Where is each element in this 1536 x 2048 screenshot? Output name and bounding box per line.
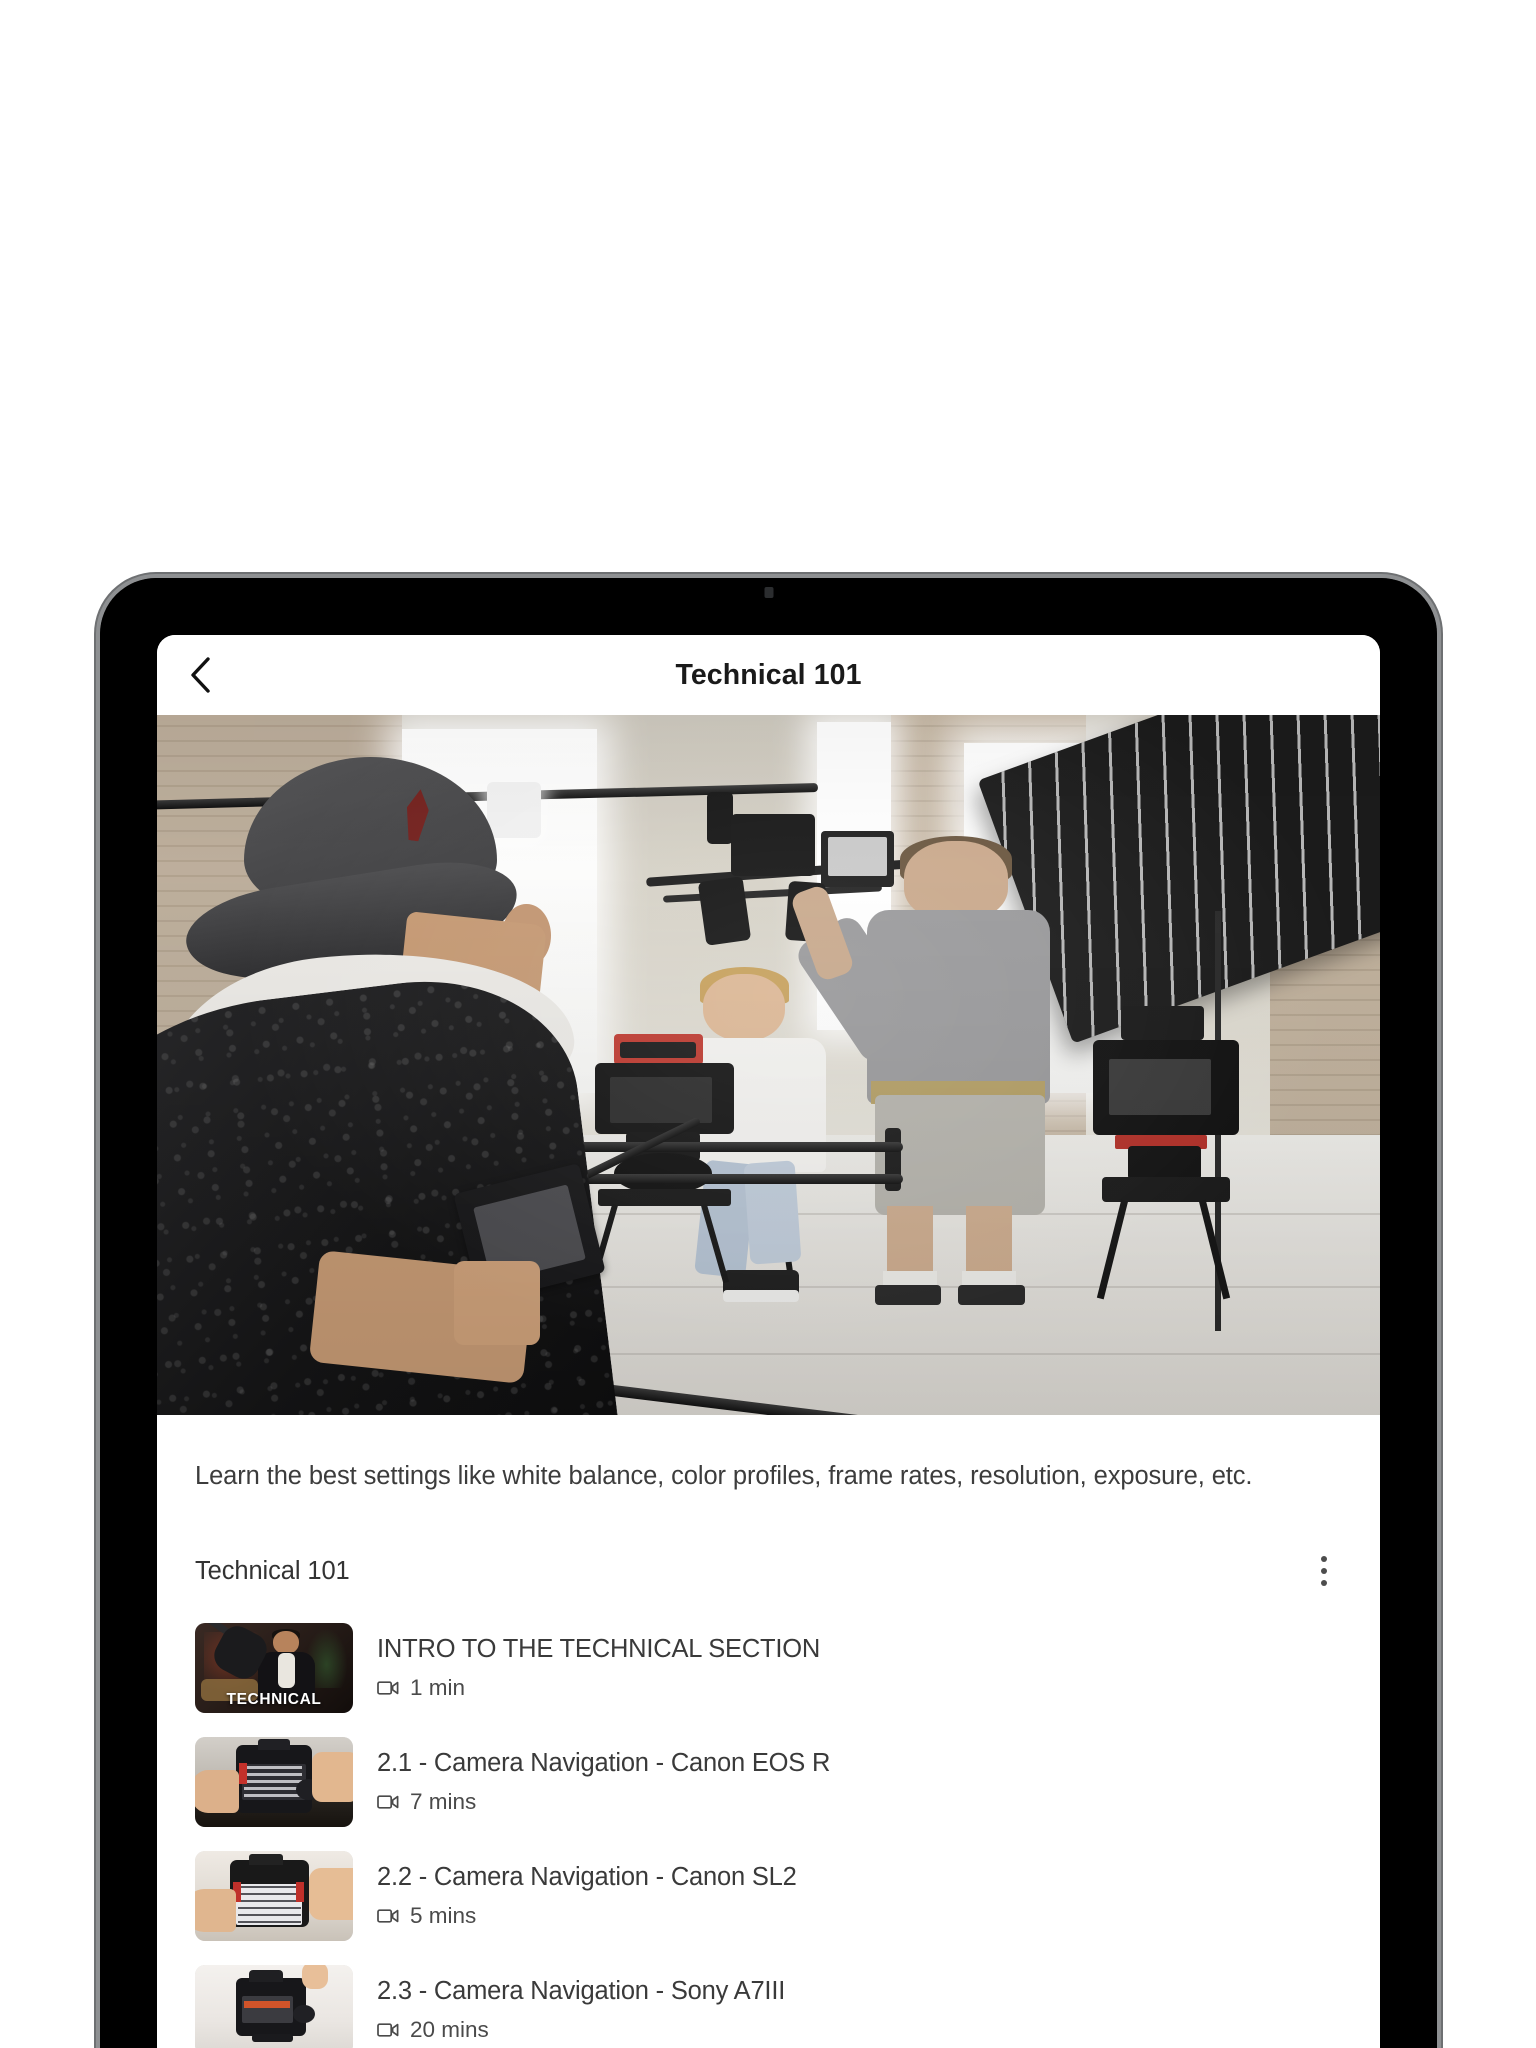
lesson-title: 2.1 - Camera Navigation - Canon EOS R [377, 1749, 831, 1778]
list-item[interactable]: 2.3 - Camera Navigation - Sony A7III 20 … [195, 1953, 1342, 2048]
lesson-meta: INTRO TO THE TECHNICAL SECTION 1 min [377, 1635, 820, 1701]
lesson-thumbnail [195, 1851, 353, 1942]
duration-text: 1 min [410, 1675, 466, 1701]
video-camera-icon [377, 2022, 399, 2038]
lesson-meta: 2.2 - Camera Navigation - Canon SL2 5 mi… [377, 1863, 797, 1929]
section-title: Technical 101 [195, 1556, 350, 1585]
lesson-title: 2.2 - Camera Navigation - Canon SL2 [377, 1863, 797, 1892]
back-button[interactable] [173, 648, 227, 702]
more-vertical-icon[interactable] [1302, 1549, 1346, 1593]
lesson-thumbnail [195, 1737, 353, 1828]
crew-member-grey-shirt [789, 836, 1062, 1306]
list-item[interactable]: 2.2 - Camera Navigation - Canon SL2 5 mi… [195, 1839, 1342, 1953]
duration-text: 20 mins [410, 2017, 489, 2043]
lesson-duration: 1 min [377, 1675, 820, 1701]
video-camera-icon [377, 1908, 399, 1924]
lesson-thumbnail [195, 1965, 353, 2048]
lesson-meta: 2.3 - Camera Navigation - Sony A7III 20 … [377, 1977, 785, 2043]
lesson-title: INTRO TO THE TECHNICAL SECTION [377, 1635, 821, 1664]
hero-photo-illustration [157, 715, 1380, 1415]
right-tripod-camera [1087, 1006, 1246, 1303]
chevron-left-icon [189, 656, 211, 694]
lesson-meta: 2.1 - Camera Navigation - Canon EOS R 7 … [377, 1749, 830, 1815]
lesson-duration: 7 mins [377, 1789, 830, 1815]
course-description: Learn the best settings like white balan… [195, 1462, 1253, 1490]
duration-text: 7 mins [410, 1789, 477, 1815]
list-item[interactable]: 2.1 - Camera Navigation - Canon EOS R 7 … [195, 1725, 1342, 1839]
foreground-operator [157, 743, 658, 1415]
video-camera-icon [377, 1794, 399, 1810]
lesson-title: 2.3 - Camera Navigation - Sony A7III [377, 1977, 786, 2006]
duration-text: 5 mins [410, 1903, 477, 1929]
tablet-device-frame: Technical 101 Learn the best settings li… [100, 578, 1437, 2048]
thumbnail-caption: TECHNICAL [226, 1691, 322, 1709]
course-hero-image [157, 715, 1380, 1415]
lesson-list: TECHNICAL INTRO TO THE TECHNICAL SECTION [157, 1611, 1380, 2048]
lesson-thumbnail: TECHNICAL [195, 1623, 353, 1714]
video-camera-icon [377, 1680, 399, 1696]
lesson-duration: 20 mins [377, 2017, 785, 2043]
navigation-bar: Technical 101 [157, 635, 1380, 715]
page-root: Technical 101 Learn the best settings li… [0, 0, 1536, 2048]
section-header: Technical 101 [157, 1549, 1380, 1593]
list-item[interactable]: TECHNICAL INTRO TO THE TECHNICAL SECTION [195, 1611, 1342, 1725]
lesson-duration: 5 mins [377, 1903, 797, 1929]
app-screen: Technical 101 Learn the best settings li… [157, 635, 1380, 2048]
front-camera-icon [764, 587, 773, 598]
page-title: Technical 101 [675, 658, 862, 691]
